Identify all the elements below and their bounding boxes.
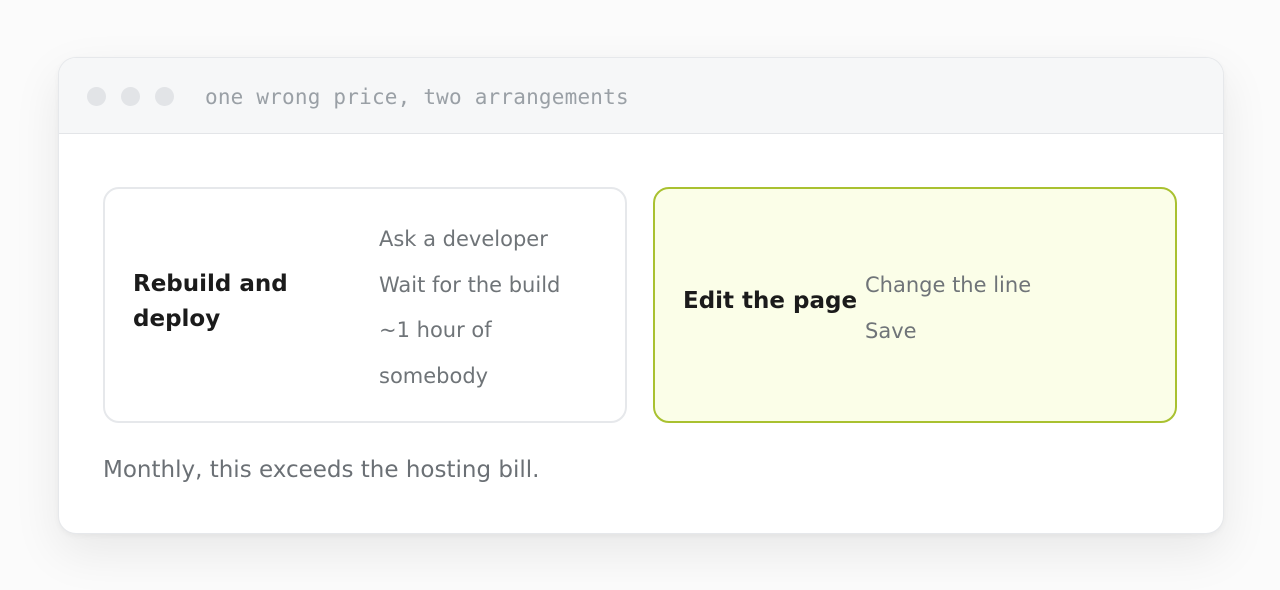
card-step: Save [865, 318, 917, 343]
card-step: Ask a developer [379, 227, 548, 251]
window-dot-minimize-icon [121, 87, 140, 106]
window-dot-close-icon [87, 87, 106, 106]
card-title: Edit the page [683, 288, 858, 314]
card-rebuild-and-deploy: Rebuild and deploy Ask a developer Wait … [103, 187, 627, 423]
card-step: Wait for the build [379, 272, 561, 297]
window-title: one wrong price, two arrangements [205, 85, 629, 109]
card-steps-list: Ask a developer Wait for the build ~1 ho… [379, 217, 589, 399]
card-step: ~1 hour of somebody [379, 318, 492, 388]
window-frame: one wrong price, two arrangements Rebuil… [58, 57, 1224, 534]
footnote: Monthly, this exceeds the hosting bill. [103, 457, 540, 483]
card-edit-the-page: Edit the page Change the line Save [653, 187, 1177, 423]
card-steps-list: Change the line Save [865, 263, 1125, 354]
window-dot-maximize-icon [155, 87, 174, 106]
card-title: Rebuild and deploy [133, 271, 288, 332]
window-titlebar: one wrong price, two arrangements [59, 58, 1223, 134]
card-step: Change the line [865, 273, 1032, 297]
